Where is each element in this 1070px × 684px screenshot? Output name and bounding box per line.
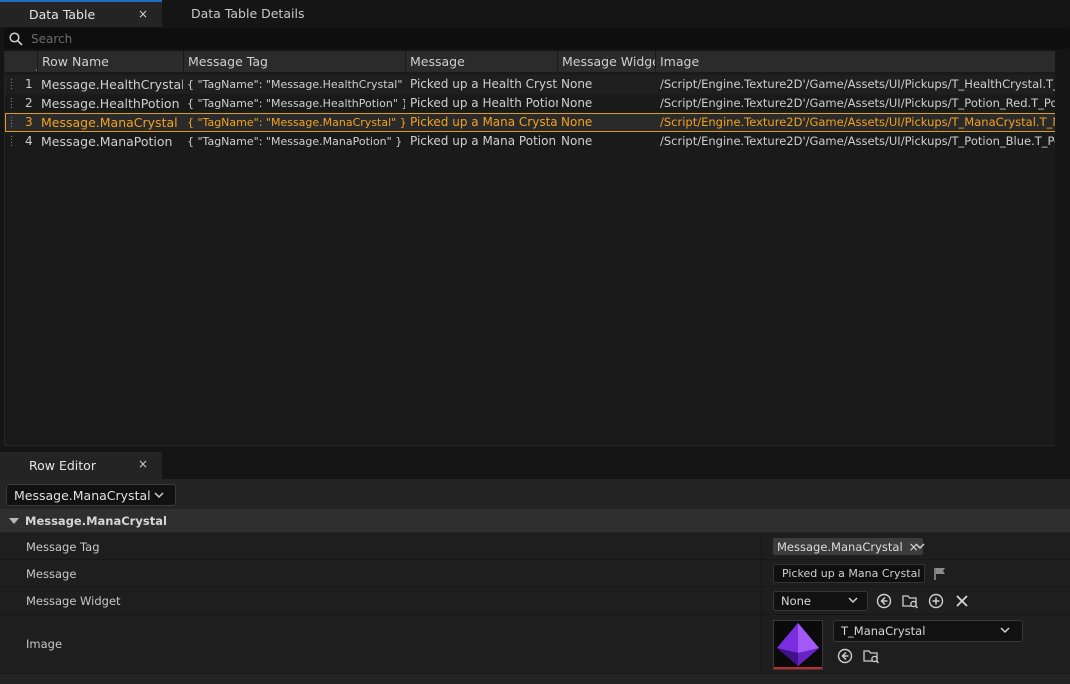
widget-class-value: None (781, 594, 812, 608)
table-row-selected[interactable]: 3 Message.ManaCrystal { "TagName": "Mess… (5, 113, 1056, 132)
use-selected-asset-icon[interactable] (836, 647, 854, 665)
section-title: Message.ManaCrystal (25, 513, 167, 528)
message-tag-cell: { "TagName": "Message.HealthPotion" } (187, 97, 405, 110)
property-divider[interactable] (761, 560, 762, 586)
column-header-message[interactable]: Message (406, 51, 558, 73)
property-label: Message Widget (26, 594, 121, 608)
texture-asset-dropdown[interactable]: T_ManaCrystal (833, 620, 1023, 642)
use-selected-asset-icon[interactable] (875, 592, 893, 610)
drag-handle-icon[interactable] (10, 97, 13, 110)
localization-flag-icon[interactable] (933, 567, 947, 580)
property-label: Image (26, 637, 63, 651)
tab-data-table-label: Data Table (29, 7, 96, 22)
column-header-index[interactable]: ▲ (5, 51, 38, 73)
message-cell: Picked up a Health Crystal (410, 77, 558, 91)
chevron-down-icon (154, 492, 164, 499)
document-tab-bar: Data Table × Data Table Details (0, 0, 1070, 27)
row-index: 2 (25, 96, 33, 110)
column-header-label: Row Name (42, 54, 109, 69)
drag-handle-icon[interactable] (10, 116, 13, 129)
collapse-arrow-icon[interactable] (9, 517, 19, 525)
property-row-message-tag: Message Tag Message.ManaCrystal × (0, 533, 1070, 560)
close-icon[interactable]: × (138, 7, 148, 21)
mana-crystal-thumbnail-icon (777, 623, 819, 666)
property-divider[interactable] (761, 615, 762, 673)
column-header-label: Message (410, 54, 465, 69)
texture-thumbnail[interactable] (773, 620, 823, 670)
add-icon[interactable] (927, 592, 945, 610)
search-input[interactable] (31, 31, 931, 46)
message-cell: Picked up a Mana Crystal (410, 115, 558, 129)
message-tag-cell: { "TagName": "Message.ManaPotion" } (187, 135, 403, 148)
tab-row-editor-label: Row Editor (29, 458, 96, 473)
row-index: 1 (25, 77, 33, 91)
property-row-image: Image T_ManaCrystal (0, 615, 1070, 674)
table-row[interactable]: 4 Message.ManaPotion { "TagName": "Messa… (5, 132, 1056, 151)
row-editor-tab-bar: Row Editor × (0, 452, 1070, 479)
column-header-label: Message Widget (562, 54, 656, 69)
row-name-cell: Message.ManaPotion (41, 134, 173, 149)
column-header-row-name[interactable]: Row Name (38, 51, 184, 73)
image-cell: /Script/Engine.Texture2D'/Game/Assets/UI… (660, 134, 1056, 148)
tab-data-table[interactable]: Data Table × (0, 0, 162, 27)
tab-data-table-details-label: Data Table Details (191, 6, 305, 21)
row-index: 3 (25, 115, 33, 129)
browse-asset-icon[interactable] (901, 592, 919, 610)
drag-handle-icon[interactable] (10, 135, 13, 148)
column-header-label: Image (660, 54, 700, 69)
table-row[interactable]: 2 Message.HealthPotion { "TagName": "Mes… (5, 94, 1056, 113)
clear-icon[interactable] (953, 592, 971, 610)
browse-asset-icon[interactable] (862, 647, 880, 665)
gameplay-tag-chip[interactable]: Message.ManaCrystal × (773, 538, 923, 555)
property-row-message: Message Picked up a Mana Crystal (0, 560, 1070, 587)
table-row[interactable]: 1 Message.HealthCrystal { "TagName": "Me… (5, 75, 1056, 94)
property-divider[interactable] (761, 587, 762, 614)
tab-row-editor[interactable]: Row Editor × (0, 452, 162, 479)
row-name-cell: Message.HealthPotion (41, 96, 180, 111)
row-name-cell: Message.HealthCrystal (41, 77, 183, 92)
vertical-scrollbar[interactable] (1055, 51, 1070, 446)
row-selector-value: Message.ManaCrystal (14, 487, 151, 503)
section-header[interactable]: Message.ManaCrystal (0, 509, 1070, 532)
property-divider[interactable] (761, 533, 762, 559)
image-cell: /Script/Engine.Texture2D'/Game/Assets/UI… (660, 77, 1056, 91)
column-header-message-tag[interactable]: Message Tag (184, 51, 406, 73)
row-selector-dropdown[interactable]: Message.ManaCrystal (6, 484, 176, 506)
row-index: 4 (25, 134, 33, 148)
message-text-field[interactable]: Picked up a Mana Crystal (773, 564, 925, 583)
row-editor-panel: Message.ManaCrystal Message.ManaCrystal … (0, 479, 1070, 684)
property-label: Message Tag (26, 540, 100, 554)
chevron-down-icon[interactable] (914, 542, 926, 552)
thumbnail-underline (774, 667, 822, 669)
close-icon[interactable]: × (138, 457, 148, 471)
message-widget-cell: None (561, 134, 593, 148)
chevron-down-icon (848, 597, 858, 604)
message-widget-cell: None (561, 77, 593, 91)
data-table: ▲ Row Name Message Tag Message Message W… (4, 51, 1056, 446)
column-header-label: Message Tag (188, 54, 268, 69)
search-bar (4, 28, 1070, 49)
message-widget-cell: None (561, 96, 593, 110)
message-tag-cell: { "TagName": "Message.HealthCrystal" } (187, 78, 405, 91)
message-cell: Picked up a Mana Potion (410, 134, 557, 148)
tab-data-table-details[interactable]: Data Table Details (191, 0, 304, 27)
texture-asset-value: T_ManaCrystal (841, 624, 926, 638)
tag-chip-label: Message.ManaCrystal (777, 539, 903, 554)
column-header-image[interactable]: Image (656, 51, 1056, 73)
column-header-message-widget[interactable]: Message Widget (558, 51, 656, 73)
widget-class-dropdown[interactable]: None (773, 591, 868, 611)
property-row-message-widget: Message Widget None (0, 587, 1070, 615)
message-cell: Picked up a Health Potion (410, 96, 558, 110)
row-name-cell: Message.ManaCrystal (41, 115, 178, 130)
drag-handle-icon[interactable] (10, 78, 13, 91)
message-tag-cell: { "TagName": "Message.ManaCrystal" } (187, 116, 405, 129)
table-header: ▲ Row Name Message Tag Message Message W… (5, 51, 1056, 73)
property-label: Message (26, 567, 77, 581)
message-widget-cell: None (561, 115, 593, 129)
image-cell: /Script/Engine.Texture2D'/Game/Assets/UI… (660, 115, 1056, 129)
image-cell: /Script/Engine.Texture2D'/Game/Assets/UI… (660, 96, 1056, 110)
search-icon (9, 31, 23, 46)
chevron-down-icon (1000, 627, 1010, 634)
